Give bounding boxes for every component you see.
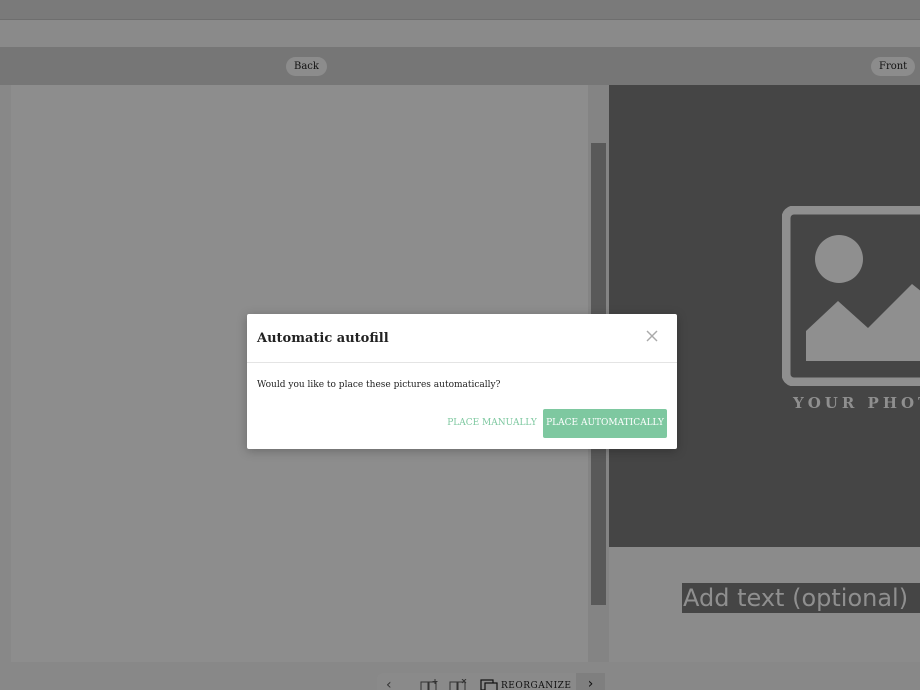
reorganize-button[interactable]: REORGANIZE <box>501 681 571 690</box>
place-automatically-button[interactable]: PLACE AUTOMATICALLY <box>543 409 667 438</box>
image-placeholder-icon <box>782 206 920 386</box>
copy-pages-icon[interactable] <box>480 679 498 690</box>
top-bar <box>0 0 920 19</box>
dialog-divider <box>247 362 677 363</box>
add-page-icon[interactable] <box>420 679 438 690</box>
remove-page-icon[interactable] <box>449 679 467 690</box>
chevron-left-icon[interactable]: ‹ <box>386 678 392 690</box>
cover-text-field[interactable]: Add text (optional) <box>682 583 920 613</box>
photo-book-editor: Back Front YOUR PHOTO Add text (optional… <box>0 0 920 690</box>
photo-placeholder-text: YOUR PHOTO <box>793 394 920 412</box>
dialog-title: Automatic autofill <box>257 331 389 346</box>
chevron-right-icon[interactable]: › <box>576 673 605 690</box>
back-side-label: Back <box>286 57 327 76</box>
secondary-bar <box>0 20 920 47</box>
place-manually-button[interactable]: PLACE MANUALLY <box>447 409 537 438</box>
dialog-message: Would you like to place these pictures a… <box>257 380 501 390</box>
front-side-label: Front <box>871 57 916 76</box>
autofill-dialog: Automatic autofill Would you like to pla… <box>247 314 677 449</box>
close-icon[interactable] <box>645 329 659 343</box>
page-label-strip <box>0 47 920 85</box>
